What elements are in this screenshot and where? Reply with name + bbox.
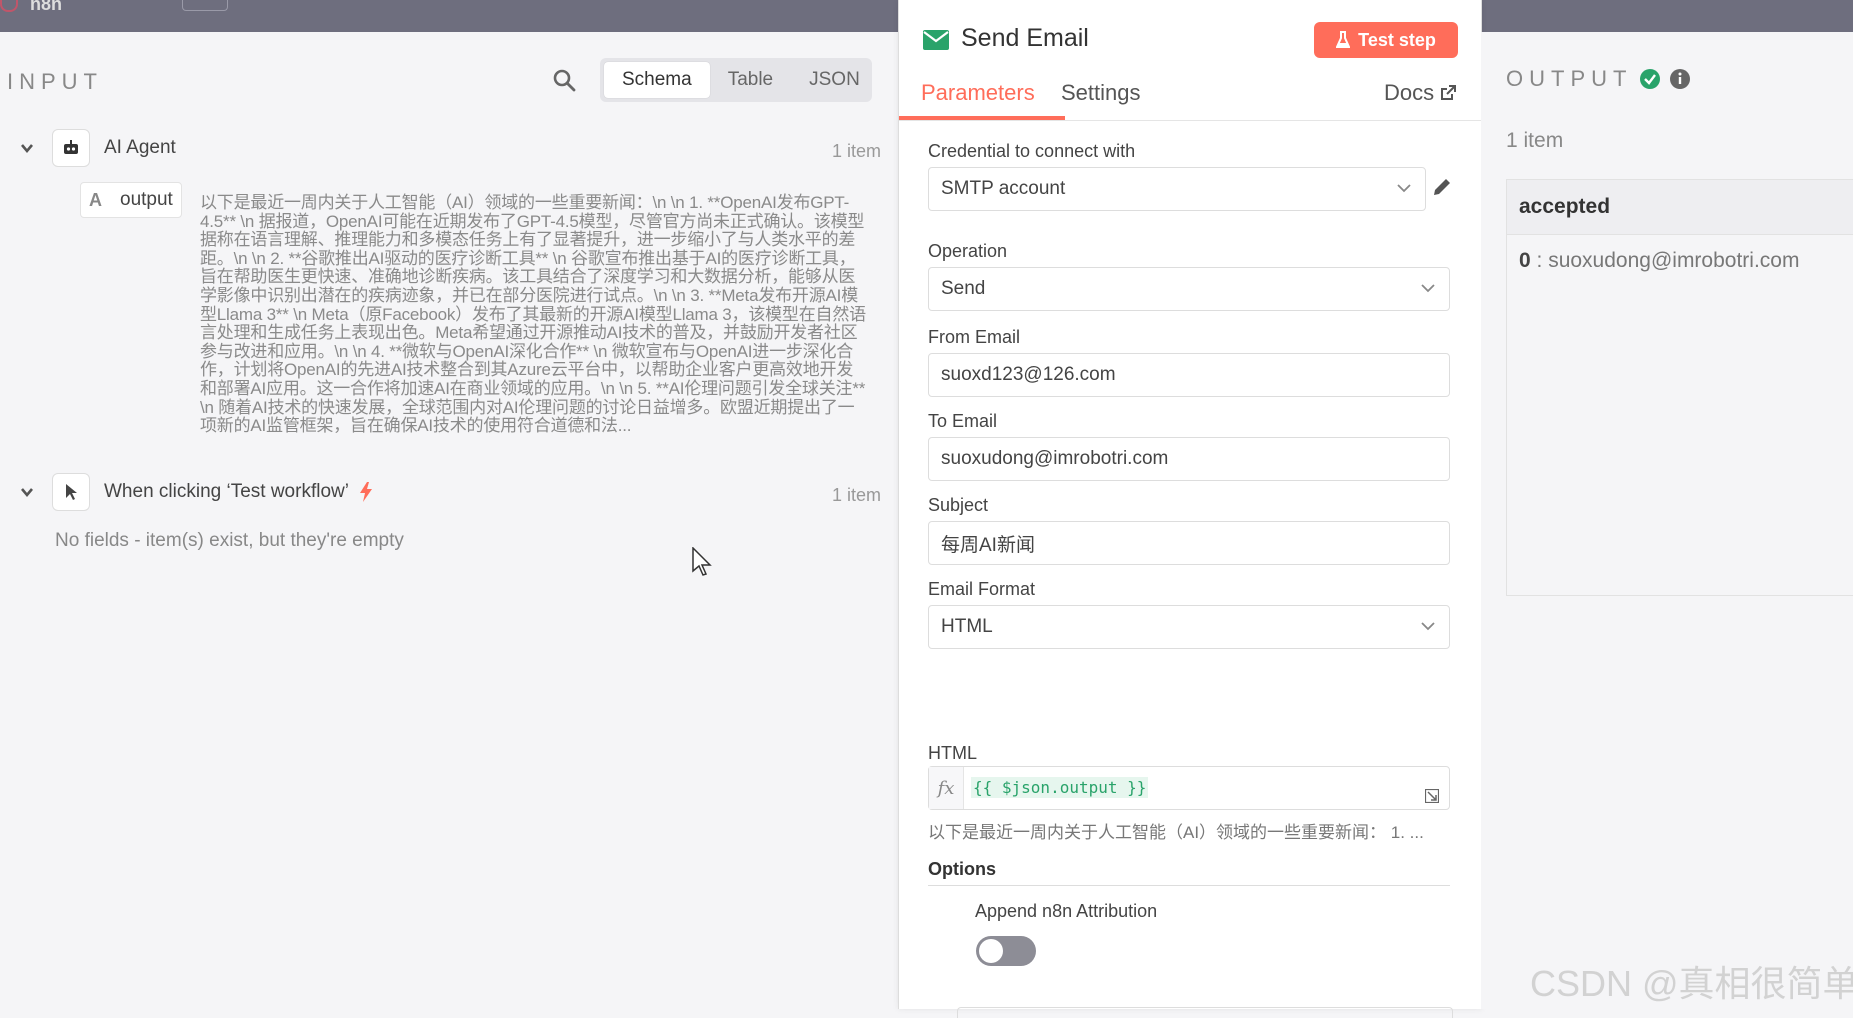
field-value: 以下是最近一周内关于人工智能（AI）领域的一些重要新闻：\n \n 1. **O… [200, 193, 866, 436]
options-divider [928, 885, 1450, 886]
email-format-select[interactable]: HTML [928, 605, 1450, 649]
to-email-label: To Email [928, 411, 998, 431]
html-expression: {{ $json.output }} [971, 777, 1149, 798]
chevron-down-icon [1421, 622, 1435, 631]
operation-select[interactable]: Send [928, 267, 1450, 311]
robot-icon [52, 129, 90, 167]
mouse-cursor-icon [692, 547, 712, 576]
from-email-field[interactable]: suoxd123@126.com [928, 353, 1450, 397]
top-button[interactable] [182, 0, 228, 11]
options-heading: Options [928, 859, 996, 879]
parameters-form: Credential to connect with SMTP account … [899, 121, 1481, 1018]
expression-preview: 以下是最近一周内关于人工智能（AI）领域的一些重要新闻： 1. ... [928, 823, 1424, 842]
item-count: 1 item [832, 485, 882, 505]
tab-schema[interactable]: Schema [604, 62, 710, 98]
node-name: When clicking ‘Test workflow’ [104, 481, 349, 502]
field-output[interactable]: A output [80, 182, 182, 218]
node-settings-panel: Send Email Test step Parameters Settings… [898, 0, 1482, 1018]
envelope-icon [923, 30, 949, 50]
tab-json[interactable]: JSON [791, 62, 878, 98]
test-step-label: Test step [1358, 29, 1436, 50]
output-index: 0 [1519, 249, 1531, 272]
output-value: suoxudong@imrobotri.com [1548, 249, 1800, 272]
node-row-ai-agent[interactable]: AI Agent [20, 129, 176, 167]
success-check-icon [1640, 69, 1661, 89]
input-panel: INPUT Schema Table JSON AI Agent 1 item … [0, 32, 898, 1009]
credential-select[interactable]: SMTP account [928, 167, 1426, 211]
tab-table[interactable]: Table [710, 62, 791, 98]
test-step-button[interactable]: Test step [1314, 22, 1458, 58]
node-name: AI Agent [104, 137, 176, 158]
edit-credential-pencil-icon[interactable] [1431, 176, 1453, 198]
output-item-count: 1 item [1506, 129, 1564, 152]
chevron-down-icon [1421, 284, 1435, 293]
output-title: OUTPUT [1506, 66, 1633, 91]
html-expression-editor[interactable]: fx {{ $json.output }} [928, 766, 1450, 810]
view-mode-switch: Schema Table JSON [600, 58, 872, 102]
subject-label: Subject [928, 495, 989, 515]
attribution-toggle[interactable] [976, 936, 1036, 966]
flask-icon [1336, 31, 1351, 48]
watermark: CSDN @真相很简单 [1530, 963, 1853, 1004]
attribution-label: Append n8n Attribution [975, 901, 1158, 921]
docs-label: Docs [1384, 80, 1435, 105]
n8n-logo-icon [0, 0, 18, 12]
output-key: accepted [1507, 180, 1853, 235]
workflow-name[interactable]: n8n [30, 0, 62, 15]
empty-message: No fields - item(s) exist, but they're e… [55, 530, 404, 551]
active-tab-indicator [899, 116, 1065, 120]
output-schema-card: accepted 0 : suoxudong@imrobotri.com [1506, 179, 1853, 596]
operation-label: Operation [928, 241, 1008, 261]
docs-link[interactable]: Docs [1384, 80, 1457, 106]
string-type-icon: A [89, 189, 102, 210]
input-title: INPUT [7, 69, 103, 94]
pointer-icon [52, 473, 90, 511]
tab-parameters[interactable]: Parameters [921, 80, 1035, 106]
toggle-knob [979, 939, 1003, 963]
search-icon[interactable] [552, 68, 576, 92]
output-panel: OUTPUT 1 item accepted 0 : suoxudong@imr… [1481, 32, 1853, 1009]
expression-fx-icon: fx [929, 767, 964, 809]
subject-field[interactable]: 每周AI新闻 [928, 521, 1450, 565]
output-value-row: 0 : suoxudong@imrobotri.com [1519, 249, 1800, 272]
email-format-value: HTML [941, 616, 993, 637]
tab-settings[interactable]: Settings [1061, 80, 1141, 106]
node-header: Send Email Test step Parameters Settings… [899, 0, 1481, 121]
to-email-field[interactable]: suoxudong@imrobotri.com [928, 437, 1450, 481]
node-row-trigger[interactable]: When clicking ‘Test workflow’ [20, 473, 373, 511]
expand-editor-icon[interactable] [1425, 789, 1439, 803]
chevron-down-icon[interactable] [20, 141, 34, 155]
lightning-icon [359, 482, 372, 502]
credential-label: Credential to connect with [928, 141, 1136, 161]
credential-value: SMTP account [941, 178, 1066, 199]
chevron-down-icon [1397, 184, 1411, 193]
field-name: output [120, 189, 173, 210]
external-link-icon [1441, 85, 1457, 100]
operation-value: Send [941, 278, 986, 299]
output-header: OUTPUT [1506, 66, 1691, 92]
node-title[interactable]: Send Email [961, 24, 1089, 53]
info-icon[interactable] [1670, 69, 1691, 89]
chevron-down-icon[interactable] [20, 485, 34, 499]
item-count: 1 item [832, 141, 882, 161]
html-label: HTML [928, 743, 977, 763]
from-email-label: From Email [928, 327, 1021, 347]
email-format-label: Email Format [928, 579, 1036, 599]
